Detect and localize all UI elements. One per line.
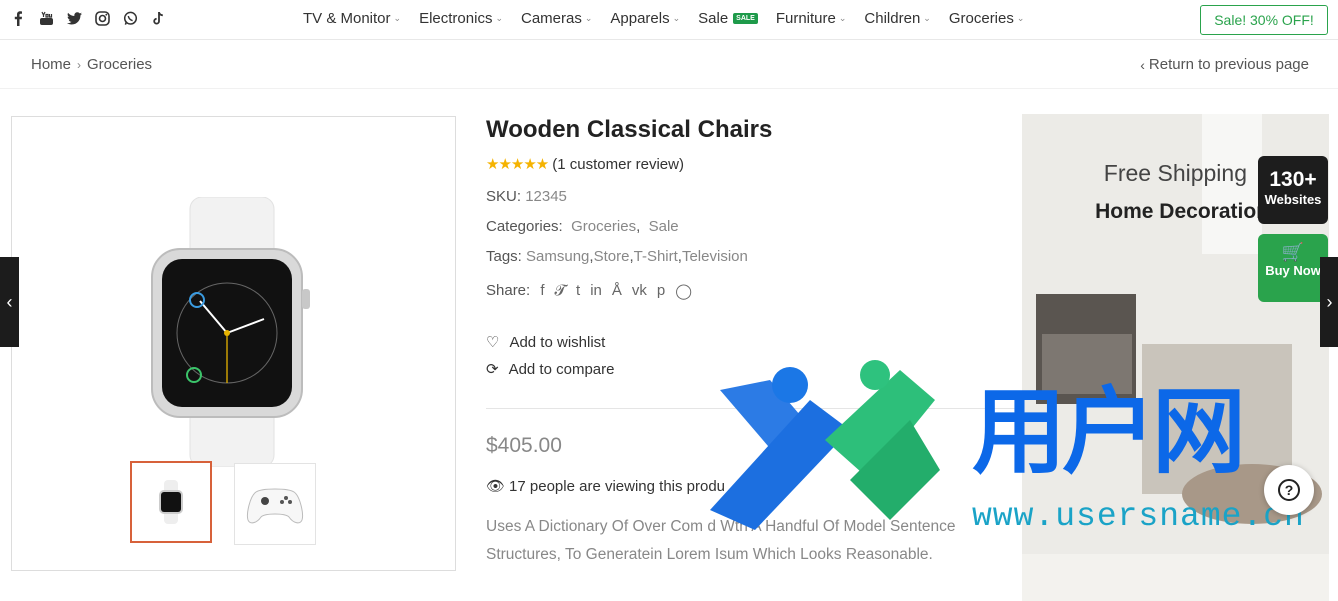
return-link[interactable]: ‹ Return to previous page xyxy=(1140,56,1309,73)
tags-row: Tags: Samsung,Store,T-Shirt,Television xyxy=(486,248,748,265)
cart-icon: 🛒 xyxy=(1281,242,1305,262)
breadcrumb-home[interactable]: Home xyxy=(31,56,71,73)
share-row: Share: f 𝓣 t in Å vk p ◯ xyxy=(486,282,692,300)
websites-label: Websites xyxy=(1264,192,1322,207)
chevron-down-icon: ⌄ xyxy=(1016,13,1025,23)
nav-item-children[interactable]: Children ⌄ xyxy=(864,10,930,27)
thumbnail-watch[interactable] xyxy=(130,461,212,543)
sku-row: SKU: 12345 xyxy=(486,188,567,205)
sku-label: SKU: xyxy=(486,188,522,205)
buy-now-label: Buy Now xyxy=(1265,263,1321,278)
star-rating-icon: ★★★★★ xyxy=(486,156,549,173)
nav-item-label: Groceries xyxy=(948,10,1014,27)
buy-now-badge[interactable]: 🛒 Buy Now xyxy=(1258,234,1328,302)
linkedin-icon[interactable]: in xyxy=(590,282,602,300)
chevron-down-icon: ⌄ xyxy=(495,13,503,23)
question-icon: ? xyxy=(1278,479,1300,501)
product-description: Uses A Dictionary Of Over Com d Wth A Ha… xyxy=(486,518,956,563)
chevron-right-icon: › xyxy=(77,57,82,72)
info-divider xyxy=(486,408,1021,409)
product-main-image[interactable] xyxy=(142,196,322,468)
help-button[interactable]: ? xyxy=(1264,465,1314,515)
compare-label: Add to compare xyxy=(508,360,615,378)
youtube-icon[interactable] xyxy=(38,10,54,26)
twitter-icon[interactable] xyxy=(66,10,82,26)
promo-line-1: Free Shipping xyxy=(1103,160,1247,186)
review-link[interactable]: (1 customer review) xyxy=(552,156,684,173)
tumblr-icon[interactable]: t xyxy=(576,282,580,300)
nav-item-label: Children xyxy=(864,10,921,27)
add-to-compare[interactable]: ⟳ Add to compare xyxy=(486,360,615,379)
pinterest-icon[interactable]: p xyxy=(657,282,665,300)
watermark-url: www.usersname.cn xyxy=(972,498,1305,535)
nav-item-label: TV & Monitor xyxy=(303,10,391,27)
tag-link[interactable]: Store xyxy=(594,248,630,265)
share-label: Share: xyxy=(486,282,531,299)
social-links xyxy=(10,10,166,26)
sale-badge: SALE xyxy=(733,13,758,24)
viewing-count: 👁 17 people are viewing this produ xyxy=(486,477,726,496)
chevron-down-icon: ⌄ xyxy=(838,13,847,23)
add-to-wishlist[interactable]: ♡ Add to wishlist xyxy=(486,333,606,352)
main-nav: TV & Monitor ⌄ Electronics ⌄ Cameras ⌄ Appa… xyxy=(303,10,1024,27)
tags-label: Tags: xyxy=(486,248,522,265)
chevron-down-icon: ⌄ xyxy=(923,13,931,23)
websites-badge[interactable]: 130+ Websites xyxy=(1258,156,1328,224)
instagram-icon[interactable] xyxy=(94,10,110,26)
category-link[interactable]: Sale xyxy=(649,218,679,235)
nav-item-apparels[interactable]: Apparels ⌄ xyxy=(610,10,680,27)
websites-count: 130+ xyxy=(1269,168,1317,191)
product-gallery xyxy=(11,116,456,571)
tag-link[interactable]: Television xyxy=(682,248,748,265)
tag-link[interactable]: T-Shirt xyxy=(634,248,678,265)
nav-item-label: Apparels xyxy=(610,10,670,27)
chevron-down-icon: ⌄ xyxy=(584,13,593,23)
stumbleupon-icon[interactable]: Å xyxy=(612,282,622,300)
nav-item-label: Electronics xyxy=(419,10,493,27)
tag-link[interactable]: Samsung xyxy=(526,248,589,265)
return-link-label: Return to previous page xyxy=(1148,56,1309,73)
nav-item-cameras[interactable]: Cameras ⌄ xyxy=(521,10,592,27)
viewing-text: 17 people are viewing this produ xyxy=(509,477,726,495)
nav-item-label: Cameras xyxy=(520,10,582,27)
chevron-down-icon: ⌄ xyxy=(672,13,681,23)
facebook-icon[interactable]: f xyxy=(540,282,544,300)
nav-item-electronics[interactable]: Electronics ⌄ xyxy=(419,10,503,27)
sku-value: 12345 xyxy=(525,188,567,205)
gallery-next-arrow[interactable]: › xyxy=(1320,257,1338,347)
category-link[interactable]: Groceries xyxy=(571,218,636,235)
header-divider xyxy=(0,88,1338,89)
heart-icon: ♡ xyxy=(486,334,500,351)
nav-item-groceries[interactable]: Groceries ⌄ xyxy=(949,10,1025,27)
facebook-icon[interactable] xyxy=(10,10,26,26)
watermark-cn: 用户网 xyxy=(972,379,1246,484)
sale-promo-button[interactable]: Sale! 30% OFF! xyxy=(1200,5,1328,35)
vk-icon[interactable]: vk xyxy=(632,282,647,300)
whatsapp-icon[interactable]: ◯ xyxy=(675,282,692,300)
promo-line-2: Home Decoration xyxy=(1095,200,1269,223)
tiktok-icon[interactable] xyxy=(150,10,166,26)
twitter-icon[interactable]: 𝓣 xyxy=(555,282,567,300)
top-bar: TV & Monitor ⌄ Electronics ⌄ Cameras ⌄ Appa… xyxy=(0,0,1338,40)
eye-icon: 👁 xyxy=(486,478,506,495)
gallery-prev-arrow[interactable]: ‹ xyxy=(0,257,19,347)
nav-item-sale[interactable]: Sale SALE xyxy=(698,10,758,27)
categories-label: Categories: xyxy=(486,218,563,235)
breadcrumb-current[interactable]: Groceries xyxy=(87,56,152,73)
chevron-left-icon: ‹ xyxy=(1140,56,1145,73)
whatsapp-icon[interactable] xyxy=(122,10,138,26)
product-rating: ★★★★★ (1 customer review) xyxy=(486,155,684,174)
wishlist-label: Add to wishlist xyxy=(509,333,606,351)
breadcrumb: Home › Groceries xyxy=(31,56,152,73)
nav-item-label: Furniture xyxy=(775,10,836,27)
nav-item-tv-monitor[interactable]: TV & Monitor ⌄ xyxy=(303,10,401,27)
product-price: $405.00 xyxy=(486,434,562,457)
categories-row: Categories: Groceries, Sale xyxy=(486,218,679,235)
chevron-down-icon: ⌄ xyxy=(393,13,402,23)
nav-item-furniture[interactable]: Furniture ⌄ xyxy=(776,10,847,27)
nav-item-label: Sale xyxy=(698,10,729,27)
product-title: Wooden Classical Chairs xyxy=(486,116,773,143)
thumbnail-controller[interactable] xyxy=(234,463,316,545)
refresh-icon: ⟳ xyxy=(486,361,499,378)
